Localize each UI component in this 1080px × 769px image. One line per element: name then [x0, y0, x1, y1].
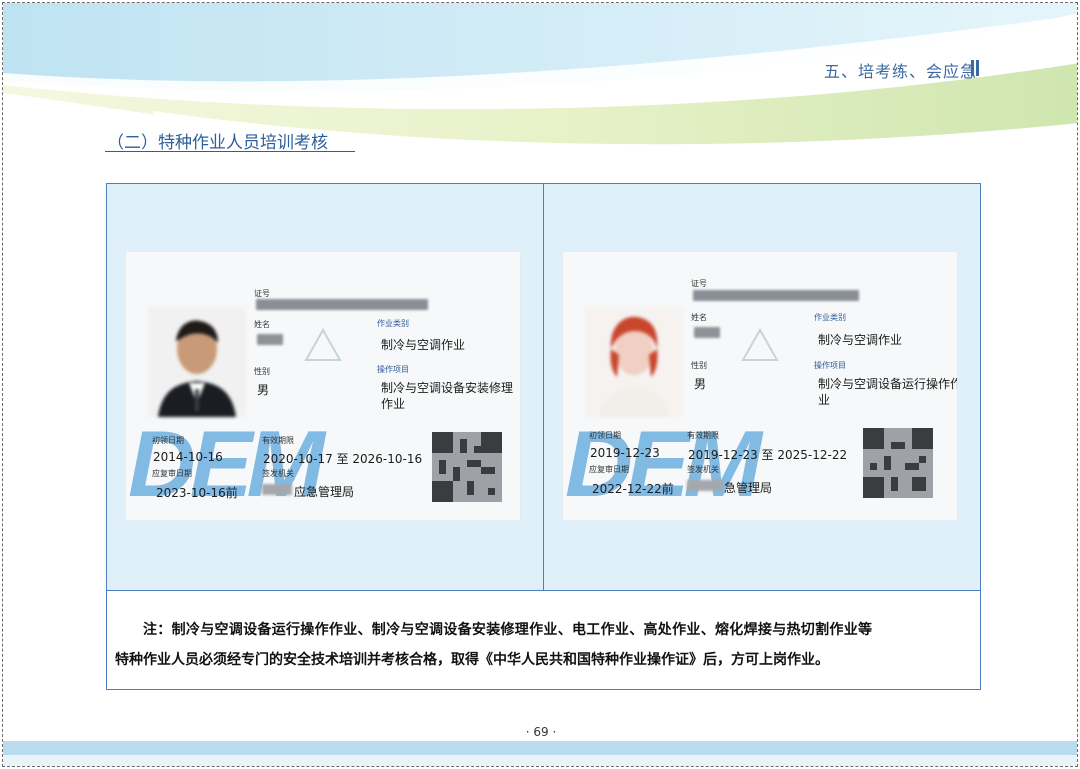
issuing-authority-value: 急管理局	[724, 481, 773, 495]
review-date-value: 2023-10-16前	[156, 486, 238, 500]
first-issue-date-label: 初领日期	[152, 436, 184, 445]
authority-redacted	[262, 484, 292, 495]
holder-photo	[148, 307, 246, 417]
note-text: 注：制冷与空调设备运行操作作业、制冷与空调设备安装修理作业、电工作业、高处作业、…	[107, 591, 980, 689]
work-category-label: 作业类别	[814, 313, 846, 322]
first-issue-date-value: 2014-10-16	[153, 450, 223, 464]
cert-no-label: 证号	[254, 289, 270, 298]
operation-item-label: 操作项目	[814, 361, 846, 370]
valid-period-label: 有效期限	[262, 436, 294, 445]
work-category-value: 制冷与空调作业	[818, 333, 903, 347]
name-label: 姓名	[691, 313, 707, 322]
chapter-marker-icon	[971, 60, 979, 76]
first-issue-date-value: 2019-12-23	[590, 446, 660, 460]
qr-code-icon	[432, 432, 502, 502]
certificate-card-2: DEM 证号 姓名 性别 男 作业类别 制冷与空调作业 操作项目 制冷与空调设备…	[563, 252, 957, 520]
gender-value: 男	[257, 383, 270, 397]
operation-item-label: 操作项目	[377, 365, 409, 374]
qr-code-icon	[863, 428, 933, 498]
operation-item-value-line2: 作业	[381, 397, 406, 411]
review-date-label: 应复审日期	[152, 469, 192, 478]
authority-redacted	[687, 480, 723, 491]
review-date-label: 应复审日期	[589, 465, 629, 474]
name-redacted	[257, 334, 283, 345]
section-title: （二）特种作业人员培训考核	[107, 133, 328, 153]
page-number: · 69 ·	[525, 725, 557, 739]
gender-label: 性别	[254, 367, 270, 376]
name-label: 姓名	[254, 320, 270, 329]
certificate-table: DEM 证号 姓名 性别 男 作业类别 制冷与空调作业 操作项目 制冷与空调设备…	[106, 183, 981, 690]
issuing-authority-value: 应急管理局	[294, 485, 355, 499]
review-date-value: 2022-12-22前	[592, 482, 674, 496]
note-line-1: 注：制冷与空调设备运行操作作业、制冷与空调设备安装修理作业、电工作业、高处作业、…	[143, 622, 873, 638]
valid-period-label: 有效期限	[687, 431, 719, 440]
operation-item-value-line1: 制冷与空调设备运行操作作	[818, 377, 957, 391]
work-category-value: 制冷与空调作业	[381, 338, 466, 352]
issuing-authority-label: 签发机关	[687, 465, 719, 474]
issuing-authority-label: 签发机关	[262, 469, 294, 478]
valid-period-value: 2020-10-17 至 2026-10-16	[263, 452, 423, 466]
gender-value: 男	[694, 377, 707, 391]
section-title-underline	[105, 151, 355, 152]
operation-item-value-line2: 业	[818, 393, 831, 407]
footer-band-light	[3, 755, 1077, 766]
holder-photo	[585, 307, 683, 417]
valid-period-value: 2019-12-23 至 2025-12-22	[688, 448, 848, 462]
work-category-label: 作业类别	[377, 319, 409, 328]
certificate-card-1: DEM 证号 姓名 性别 男 作业类别 制冷与空调作业 操作项目 制冷与空调设备…	[126, 252, 520, 520]
cert-no-redacted	[693, 290, 859, 301]
cert-no-label: 证号	[691, 279, 707, 288]
operation-item-value-line1: 制冷与空调设备安装修理	[381, 381, 514, 395]
chapter-title: 五、培考练、会应急	[823, 62, 977, 81]
first-issue-date-label: 初领日期	[589, 431, 621, 440]
note-line-2: 特种作业人员必须经专门的安全技术培训并考核合格，取得《中华人民共和国特种作业操作…	[115, 652, 829, 668]
cert-no-redacted	[256, 299, 428, 310]
table-divider-vertical	[543, 184, 544, 590]
document-page: 五、培考练、会应急 （二）特种作业人员培训考核 DEM 证号 姓名 性别 男 作…	[2, 2, 1078, 767]
footer-band	[3, 741, 1077, 755]
name-redacted	[694, 327, 720, 338]
gender-label: 性别	[691, 361, 707, 370]
